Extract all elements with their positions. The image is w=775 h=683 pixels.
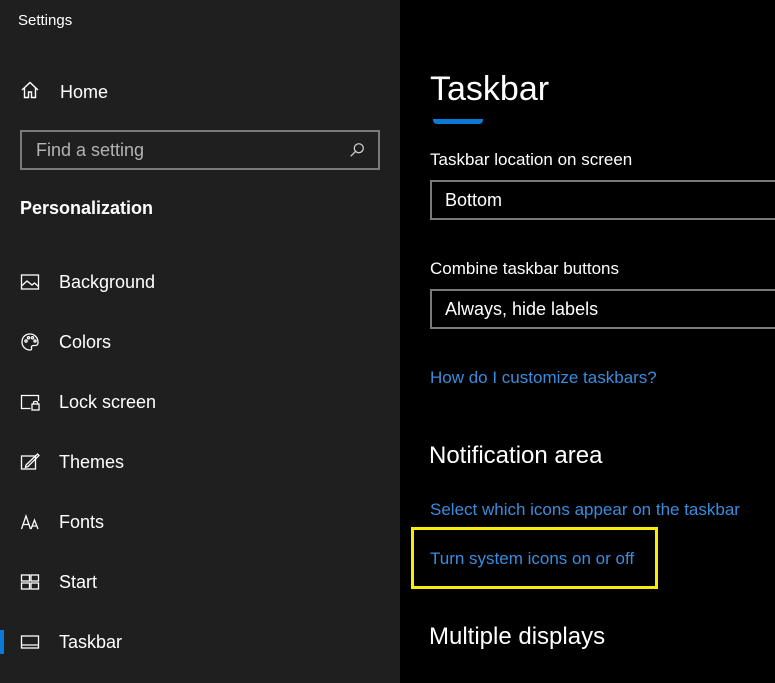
- sidebar-item-label: Background: [59, 271, 156, 292]
- taskbar-location-dropdown[interactable]: Bottom: [430, 180, 775, 220]
- sidebar-item-colors[interactable]: Colors: [0, 312, 400, 372]
- sidebar-item-label: Fonts: [59, 511, 105, 532]
- customize-taskbars-link[interactable]: How do I customize taskbars?: [430, 368, 657, 388]
- select-icons-link[interactable]: Select which icons appear on the taskbar: [430, 500, 740, 520]
- combine-buttons-label: Combine taskbar buttons: [430, 259, 619, 278]
- palette-icon: [20, 332, 40, 352]
- home-nav-item[interactable]: Home: [20, 80, 108, 104]
- app-title: Settings: [18, 12, 73, 29]
- sidebar-item-lock-screen[interactable]: Lock screen: [0, 372, 400, 432]
- sidebar-item-label: Colors: [59, 331, 112, 352]
- combine-buttons-value: Always, hide labels: [445, 298, 599, 319]
- main-content: Taskbar Taskbar location on screen Botto…: [400, 0, 775, 683]
- sidebar-item-taskbar[interactable]: Taskbar: [0, 612, 400, 672]
- start-icon: [20, 572, 40, 592]
- themes-icon: [20, 452, 40, 472]
- nav-list: Background Colors Lock screen Themes Fon…: [0, 252, 400, 672]
- taskbar-location-label: Taskbar location on screen: [430, 150, 633, 169]
- search-box[interactable]: [20, 130, 380, 170]
- sidebar-item-label: Lock screen: [59, 391, 157, 412]
- sidebar-item-fonts[interactable]: Fonts: [0, 492, 400, 552]
- title-accent-bar: [433, 119, 483, 124]
- sidebar-item-start[interactable]: Start: [0, 552, 400, 612]
- search-input[interactable]: [22, 132, 346, 168]
- search-icon[interactable]: [346, 139, 368, 161]
- page-title: Taskbar: [430, 70, 550, 108]
- image-icon: [20, 272, 40, 292]
- sidebar-item-label: Taskbar: [59, 631, 123, 652]
- lock-screen-icon: [20, 392, 40, 412]
- home-label: Home: [60, 81, 109, 102]
- taskbar-icon: [20, 632, 40, 652]
- home-icon: [20, 80, 40, 105]
- sidebar: Settings Home Personalization Background…: [0, 0, 400, 683]
- sidebar-item-label: Themes: [59, 451, 125, 472]
- sidebar-item-label: Start: [59, 571, 98, 592]
- combine-buttons-dropdown[interactable]: Always, hide labels: [430, 289, 775, 329]
- section-heading: Personalization: [20, 198, 154, 218]
- sidebar-item-themes[interactable]: Themes: [0, 432, 400, 492]
- notification-area-heading: Notification area: [429, 442, 603, 469]
- taskbar-location-value: Bottom: [445, 189, 503, 210]
- multiple-displays-heading: Multiple displays: [429, 623, 606, 650]
- fonts-icon: [20, 512, 40, 532]
- sidebar-item-background[interactable]: Background: [0, 252, 400, 312]
- system-icons-link[interactable]: Turn system icons on or off: [430, 549, 634, 569]
